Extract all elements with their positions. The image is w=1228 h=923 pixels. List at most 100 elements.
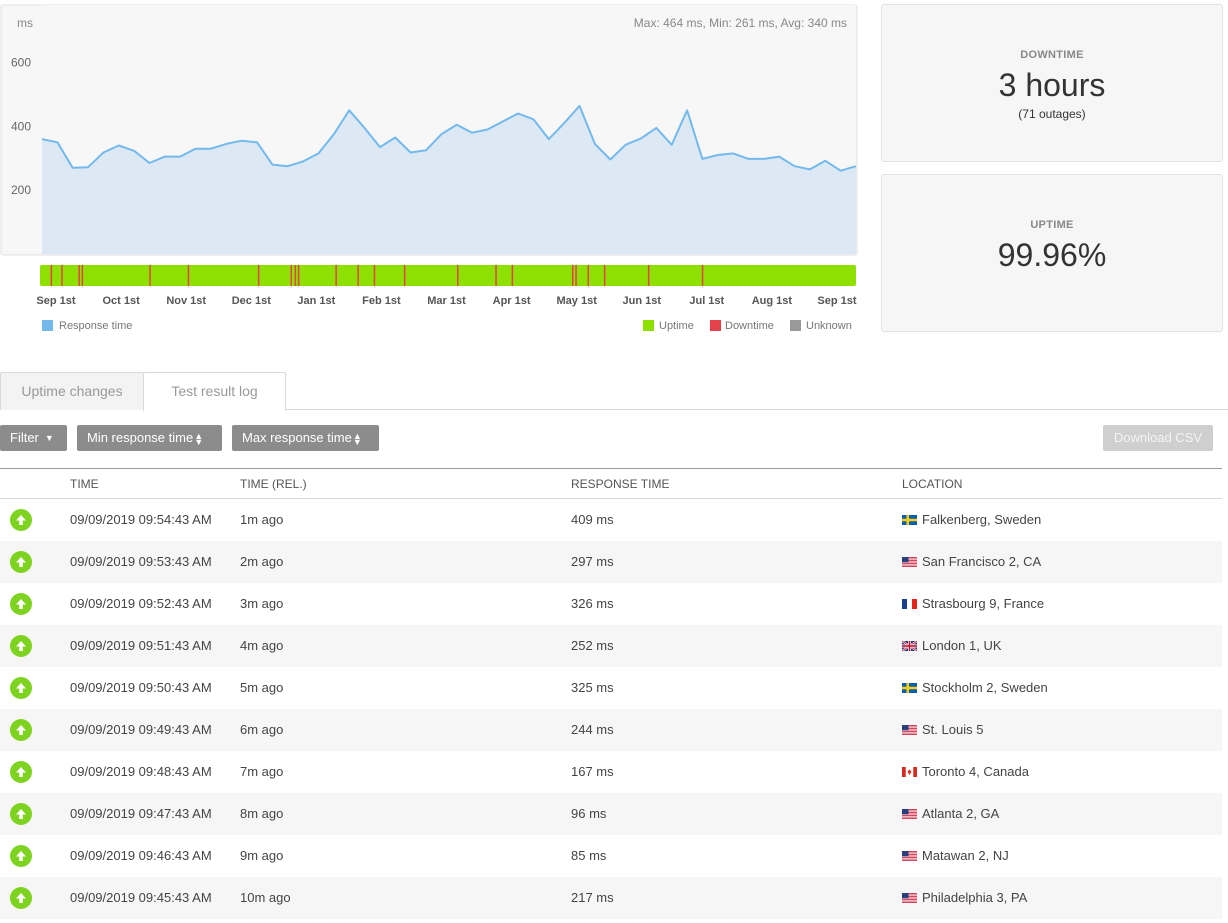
x-tick-label: Jun 1st [623, 295, 662, 307]
time-cell: 09/09/2019 09:48:43 AM [70, 764, 212, 779]
min-response-time-label: Min response time [87, 430, 194, 445]
filter-button-label: Filter [10, 430, 39, 445]
location-label: San Francisco 2, CA [922, 554, 1042, 569]
tab-uptime-changes[interactable]: Uptime changes [0, 372, 144, 410]
downtime-mark [149, 265, 151, 286]
header-time[interactable]: TIME [70, 469, 240, 499]
response-time-cell: 85 ms [571, 848, 607, 863]
y-tick-label: 400 [11, 119, 31, 133]
time-cell: 09/09/2019 09:52:43 AM [70, 596, 212, 611]
arrow-up-icon [10, 676, 32, 699]
uptime-status-bar [40, 265, 856, 286]
time-rel-cell: 10m ago [240, 890, 291, 905]
location-cell: Strasbourg 9, France [902, 583, 1222, 625]
x-tick-label: Nov 1st [166, 295, 206, 307]
us-flag-icon [902, 809, 917, 819]
test-result-table: TIME TIME (REL.) RESPONSE TIME LOCATION … [0, 468, 1222, 919]
downtime-mark [78, 265, 80, 286]
location-cell: San Francisco 2, CA [902, 541, 1222, 583]
response-time-cell: 96 ms [571, 806, 607, 821]
time-rel-cell: 3m ago [240, 596, 284, 611]
header-location[interactable]: LOCATION [902, 469, 1222, 499]
downtime-mark [701, 265, 704, 286]
sort-icon: ▲ ▼ [194, 430, 204, 447]
location-cell: Philadelphia 3, PA [902, 877, 1222, 919]
downtime-mark [297, 265, 300, 286]
table-row[interactable]: 09/09/2019 09:49:43 AM 6m ago 244 ms St. Lo… [0, 708, 1222, 751]
legend-response-time-swatch [42, 320, 53, 331]
downtime-mark [647, 265, 650, 286]
table-row[interactable]: 09/09/2019 09:47:43 AM 8m ago 96 ms Atlanta… [0, 792, 1222, 835]
filter-button[interactable]: Filter ▼ [0, 425, 67, 451]
downtime-mark [575, 265, 577, 286]
table-row[interactable]: 09/09/2019 09:48:43 AM 7m ago 167 ms Toront… [0, 751, 1222, 793]
location-cell: Falkenberg, Sweden [902, 499, 1222, 541]
legend-downtime-label: Downtime [725, 320, 774, 332]
time-cell: 09/09/2019 09:45:43 AM [70, 890, 212, 905]
table-row[interactable]: 09/09/2019 09:54:43 AM 1m ago 409 ms Falken… [0, 499, 1222, 541]
downtime-mark [290, 265, 292, 286]
status-cell [0, 583, 70, 625]
location-label: Strasbourg 9, France [922, 596, 1045, 611]
header-response-time[interactable]: RESPONSE TIME [571, 469, 902, 499]
x-tick-label: Mar 1st [427, 295, 466, 307]
response-time-chart-svg: ms 200 400 600 Max: 464 ms, Min: 261 ms, Avg… [0, 4, 858, 332]
x-tick-label: Sep 1st [36, 295, 75, 307]
downtime-mark [357, 265, 359, 286]
time-cell: 09/09/2019 09:50:43 AM [70, 680, 212, 695]
arrow-up-icon [10, 802, 32, 825]
time-rel-cell: 1m ago [240, 512, 284, 528]
y-tick-label: 200 [11, 183, 31, 197]
time-rel-cell: 8m ago [240, 806, 284, 821]
location-cell: Atlanta 2, GA [902, 793, 1222, 835]
legend-uptime-label: Uptime [659, 320, 694, 332]
arrow-up-icon [10, 634, 32, 657]
time-rel-cell: 6m ago [240, 722, 284, 737]
downtime-mark [403, 265, 406, 286]
chart-summary: Max: 464 ms, Min: 261 ms, Avg: 340 ms [634, 16, 847, 30]
status-cell [0, 499, 70, 541]
se-flag-icon [902, 515, 917, 526]
table-row[interactable]: 09/09/2019 09:46:43 AM 9m ago 85 ms Matawan… [0, 835, 1222, 877]
location-label: Atlanta 2, GA [922, 806, 1000, 821]
table-row[interactable]: 09/09/2019 09:50:43 AM 5m ago 325 ms Stockh… [0, 667, 1222, 709]
se-flag-icon [902, 683, 917, 693]
arrow-up-icon [10, 718, 32, 741]
x-tick-label: Jan 1st [297, 295, 335, 307]
y-tick-label: 600 [11, 55, 31, 69]
time-cell: 09/09/2019 09:46:43 AM [70, 848, 212, 863]
download-csv-button[interactable]: Download CSV [1103, 425, 1213, 451]
table-header-row: TIME TIME (REL.) RESPONSE TIME LOCATION [0, 468, 1222, 499]
location-label: Toronto 4, Canada [922, 764, 1029, 779]
legend-unknown-swatch [790, 320, 801, 331]
status-cell [0, 625, 70, 667]
arrow-up-icon [10, 844, 32, 867]
header-time-rel[interactable]: TIME (REL.) [240, 469, 571, 499]
legend-unknown-label: Unknown [806, 320, 852, 332]
downtime-mark [187, 265, 190, 286]
us-flag-icon [902, 725, 917, 735]
time-rel-cell: 2m ago [240, 554, 284, 569]
location-label: St. Louis 5 [922, 722, 984, 737]
downtime-mark [81, 265, 84, 286]
x-tick-label: Sep 1st [817, 295, 856, 307]
arrow-up-icon [10, 550, 32, 573]
table-row[interactable]: 09/09/2019 09:51:43 AM 4m ago 252 ms London… [0, 624, 1222, 667]
x-tick-label: May 1st [557, 295, 598, 307]
legend-uptime-swatch [643, 320, 654, 331]
response-time-cell: 167 ms [571, 764, 614, 779]
tab-test-result-log[interactable]: Test result log [143, 372, 286, 411]
status-cell [0, 751, 70, 793]
downtime-mark [257, 265, 260, 286]
downtime-label: DOWNTIME [1020, 49, 1084, 61]
table-row[interactable]: 09/09/2019 09:45:43 AM 10m ago 217 ms Phila… [0, 876, 1222, 919]
max-response-time-button[interactable]: Max response time▲ ▼ [232, 425, 379, 451]
x-tick-label: Dec 1st [232, 295, 271, 307]
location-label: Philadelphia 3, PA [922, 890, 1028, 905]
response-time-cell: 244 ms [571, 722, 614, 737]
status-cell [0, 667, 70, 709]
table-row[interactable]: 09/09/2019 09:53:43 AM 2m ago 297 ms San Fr… [0, 540, 1222, 583]
min-response-time-button[interactable]: Min response time▲ ▼ [77, 425, 222, 451]
x-tick-label: Jul 1st [689, 295, 724, 307]
table-row[interactable]: 09/09/2019 09:52:43 AM 3m ago 326 ms Strasb… [0, 583, 1222, 625]
